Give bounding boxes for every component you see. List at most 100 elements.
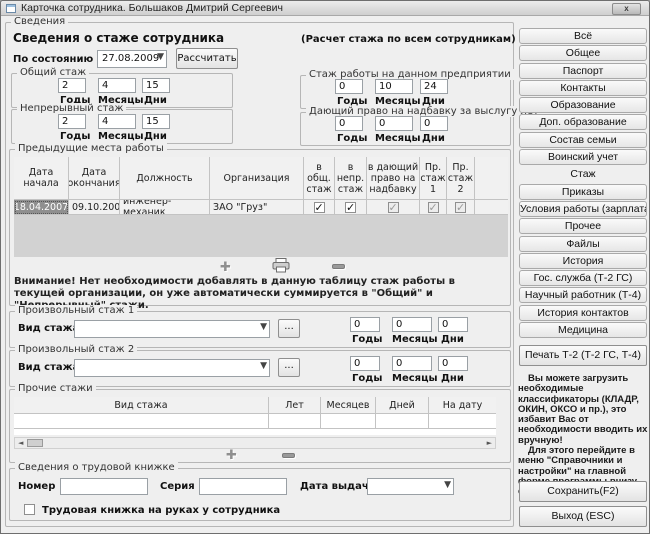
horizontal-scrollbar[interactable]: ◄ ►: [14, 437, 496, 449]
issued-label: Дата выдачи: [300, 481, 376, 492]
total-months-field[interactable]: [98, 78, 136, 93]
sidebar-item-contact-history[interactable]: История контактов: [519, 305, 647, 321]
sidebar-item-misc[interactable]: Прочее: [519, 218, 647, 234]
save-button[interactable]: Сохранить(F2): [519, 481, 647, 502]
scrollbar-thumb[interactable]: [27, 439, 43, 447]
table-header-row: Дата начала Дата окончания Должность Орг…: [14, 157, 508, 200]
column-header: Месяцев: [321, 397, 376, 414]
calculate-button[interactable]: Рассчитать: [176, 48, 238, 69]
on-hands-label: Трудовая книжка на руках у сотрудника: [42, 505, 280, 516]
sidebar-item-files[interactable]: Файлы: [519, 236, 647, 252]
sidebar-item-science-worker[interactable]: Научный работник (Т-4): [519, 287, 647, 303]
empty-cell[interactable]: [429, 414, 496, 429]
enterprise-days-field[interactable]: [420, 79, 448, 94]
sidebar-item-general[interactable]: Общее: [519, 45, 647, 61]
custom2-months-field[interactable]: [392, 356, 432, 371]
sidebar-item-history[interactable]: История: [519, 253, 647, 269]
column-header: Должность: [120, 157, 210, 200]
exit-button[interactable]: Выход (ESC): [519, 506, 647, 527]
browse-button[interactable]: ...: [278, 358, 300, 377]
other-stints-legend: Прочие стажи: [15, 383, 96, 394]
cell-organization[interactable]: ЗАО "Груз": [210, 200, 304, 215]
months-label: Месяцы: [392, 373, 438, 384]
on-hands-checkbox[interactable]: [24, 504, 35, 515]
empty-cell[interactable]: [269, 414, 321, 429]
chevron-down-icon: ▼: [157, 52, 164, 62]
custom1-months-field[interactable]: [392, 317, 432, 332]
cell-pr2[interactable]: [447, 200, 475, 215]
allowance-days-field[interactable]: [420, 116, 448, 131]
sidebar-item-contacts[interactable]: Контакты: [519, 80, 647, 96]
sidebar-item-stint[interactable]: Стаж: [519, 166, 647, 182]
allowance-years-field[interactable]: [335, 116, 363, 131]
cell-in-allowance[interactable]: [367, 200, 420, 215]
print-icon[interactable]: [272, 258, 290, 277]
kind-combo[interactable]: ▼: [74, 359, 270, 377]
workbook-group: Сведения о трудовой книжке Номер Серия Д…: [9, 468, 511, 521]
sidebar-item-orders[interactable]: Приказы: [519, 184, 647, 200]
continuous-stint-group: Непрерывный стаж Годы Месяцы Дни: [11, 109, 233, 144]
total-years-field[interactable]: [58, 78, 86, 93]
number-field[interactable]: [60, 478, 148, 495]
browse-button[interactable]: ...: [278, 319, 300, 338]
empty-table-row[interactable]: [14, 414, 496, 429]
other-stints-table[interactable]: Вид стажа Лет Месяцев Дней На дату: [14, 397, 496, 435]
titlebar: Карточка сотрудника. Большаков Дмитрий С…: [1, 1, 649, 16]
custom-stint-2-group: Произвольный стаж 2 Вид стажа ▼ ... Годы…: [9, 350, 511, 387]
cell-date-end[interactable]: 09.10.2008: [69, 200, 120, 215]
enterprise-months-field[interactable]: [375, 79, 413, 94]
print-t2-button[interactable]: Печать Т-2 (Т-2 ГС, Т-4): [519, 345, 647, 366]
cell-in-total[interactable]: [304, 200, 335, 215]
continuous-years-field[interactable]: [58, 114, 86, 129]
sidebar-item-passport[interactable]: Паспорт: [519, 63, 647, 79]
custom-stint-1-legend: Произвольный стаж 1: [15, 305, 137, 316]
custom2-years-field[interactable]: [350, 356, 380, 371]
column-header: Дней: [376, 397, 429, 414]
continuous-days-field[interactable]: [142, 114, 170, 129]
sidebar-item-extra-education[interactable]: Доп. образование: [519, 114, 647, 130]
previous-jobs-table[interactable]: Дата начала Дата окончания Должность Орг…: [14, 157, 508, 257]
custom1-days-field[interactable]: [438, 317, 468, 332]
table-row[interactable]: 18.04.2007 09.10.2008 инженер-механик ЗА…: [14, 200, 508, 215]
empty-cell[interactable]: [376, 414, 429, 429]
sidebar-item-education[interactable]: Образование: [519, 97, 647, 113]
series-field[interactable]: [199, 478, 287, 495]
sidebar-item-medicine[interactable]: Медицина: [519, 322, 647, 338]
as-of-date-combo[interactable]: 27.08.2009 ▼: [97, 50, 167, 68]
allowance-months-field[interactable]: [375, 116, 413, 131]
months-label: Месяцы: [375, 133, 421, 144]
custom2-days-field[interactable]: [438, 356, 468, 371]
years-label: Годы: [337, 133, 367, 144]
kind-combo[interactable]: ▼: [74, 320, 270, 338]
add-row-icon[interactable]: ✚: [220, 260, 231, 275]
close-button[interactable]: x: [612, 3, 641, 15]
in-total-checkbox[interactable]: [314, 202, 325, 213]
scroll-left-icon[interactable]: ◄: [18, 439, 23, 447]
empty-cell[interactable]: [14, 414, 269, 429]
sidebar-item-military[interactable]: Воинский учет: [519, 149, 647, 165]
cell-in-continuous[interactable]: [335, 200, 367, 215]
column-header: Пр. стаж 1: [420, 157, 447, 200]
column-header: На дату: [429, 397, 496, 414]
sidebar-item-all[interactable]: Всё: [519, 28, 647, 44]
remove-row-icon[interactable]: [332, 264, 345, 269]
other-stints-group: Прочие стажи Вид стажа Лет Месяцев Дней …: [9, 389, 511, 463]
sidebar-item-work-conditions[interactable]: Условия работы (зарплата): [519, 201, 647, 217]
continuous-months-field[interactable]: [98, 114, 136, 129]
sidebar-item-gov-service[interactable]: Гос. служба (Т-2 ГС): [519, 270, 647, 286]
sidebar-item-family[interactable]: Состав семьи: [519, 132, 647, 148]
issued-date-combo[interactable]: ▼: [367, 478, 454, 495]
total-days-field[interactable]: [142, 78, 170, 93]
cell-position[interactable]: инженер-механик: [120, 200, 210, 215]
custom1-years-field[interactable]: [350, 317, 380, 332]
number-label: Номер: [18, 481, 55, 492]
remove-row-icon[interactable]: [282, 453, 295, 458]
cell-pr1[interactable]: [420, 200, 447, 215]
cell-date-start[interactable]: 18.04.2007: [14, 200, 69, 215]
empty-cell[interactable]: [321, 414, 376, 429]
column-header: Пр. стаж 2: [447, 157, 475, 200]
add-row-icon[interactable]: ✚: [226, 448, 237, 463]
scroll-right-icon[interactable]: ►: [487, 439, 492, 447]
in-continuous-checkbox[interactable]: [345, 202, 356, 213]
enterprise-years-field[interactable]: [335, 79, 363, 94]
